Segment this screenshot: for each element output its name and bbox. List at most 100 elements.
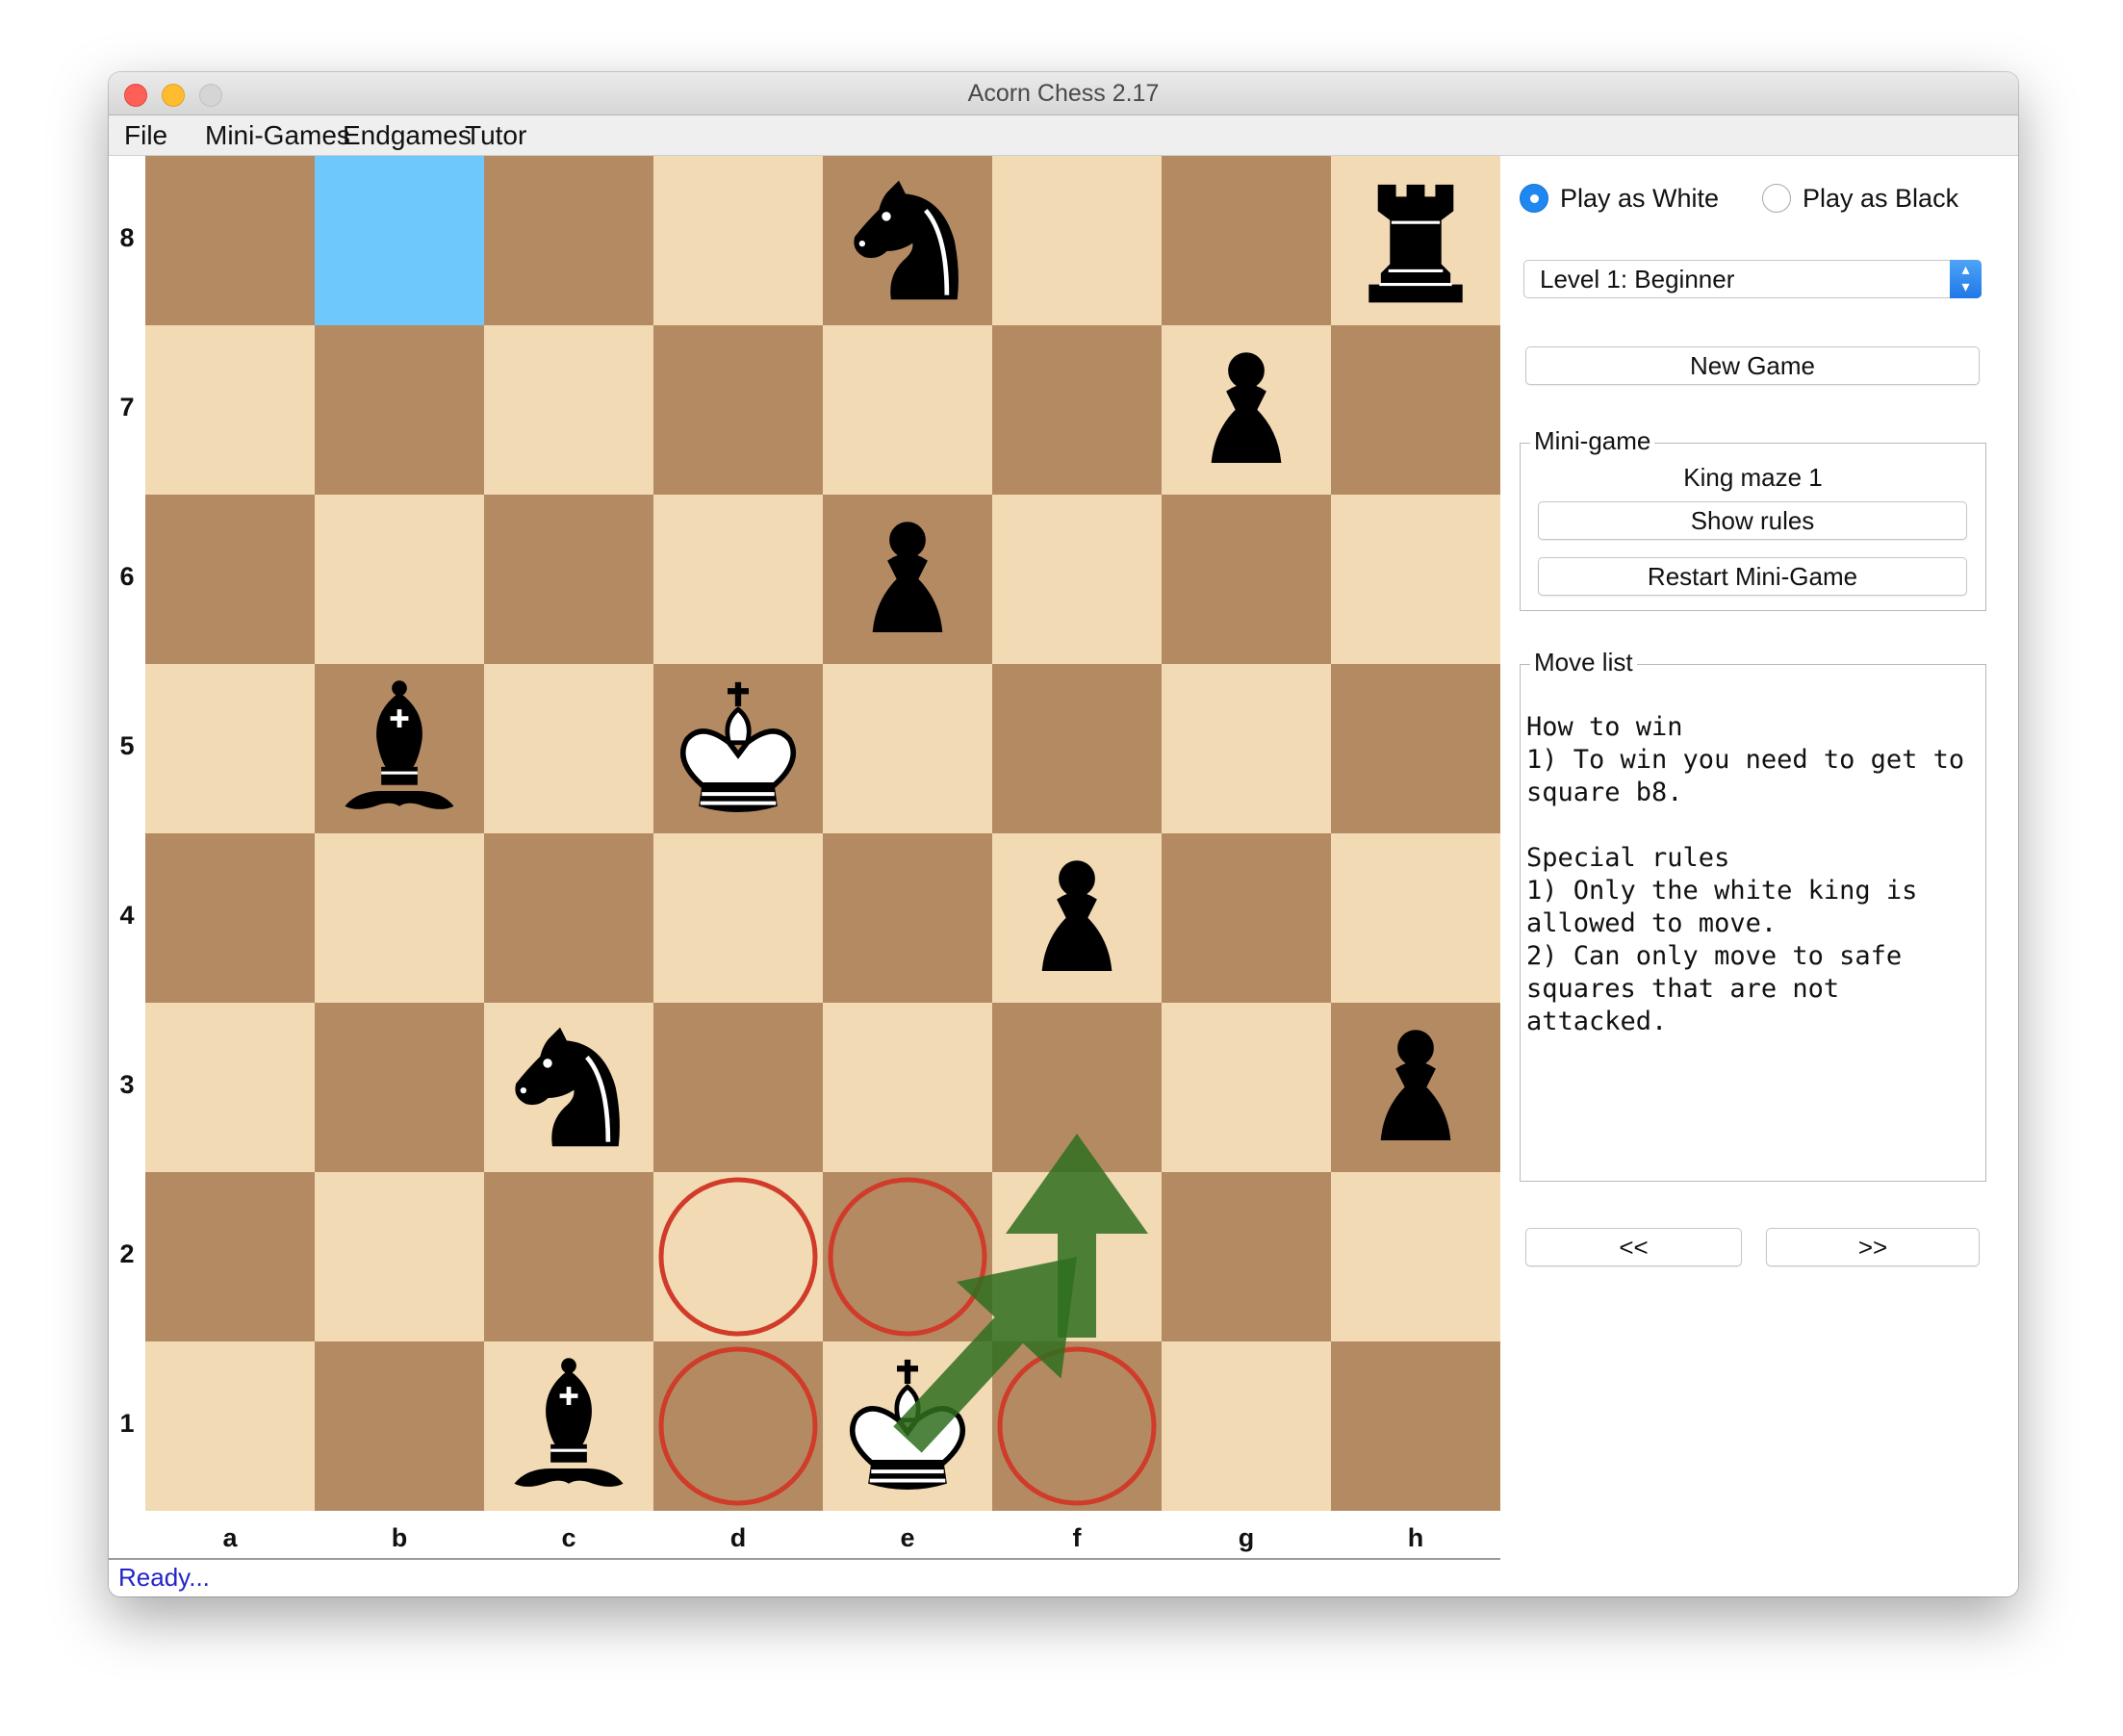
- select-arrows-icon: ▴ ▾: [1950, 260, 1982, 298]
- square-f2[interactable]: [992, 1172, 1162, 1341]
- file-label: e: [900, 1523, 915, 1552]
- square-g4[interactable]: [1162, 833, 1331, 1003]
- square-c2[interactable]: [484, 1172, 653, 1341]
- menu-tutor[interactable]: Tutor: [465, 115, 526, 155]
- square-g6[interactable]: [1162, 495, 1331, 664]
- menu-endgames[interactable]: Endgames: [343, 115, 472, 155]
- square-h8[interactable]: [1331, 156, 1500, 325]
- restart-mini-game-button[interactable]: Restart Mini-Game: [1538, 557, 1967, 596]
- mini-game-name: King maze 1: [1683, 463, 1823, 492]
- menu-mini-games[interactable]: Mini-Games: [205, 115, 350, 155]
- square-e6[interactable]: [823, 495, 992, 664]
- status-divider: [109, 1558, 1500, 1560]
- square-a6[interactable]: [145, 495, 315, 664]
- square-f6[interactable]: [992, 495, 1162, 664]
- square-h7[interactable]: [1331, 325, 1500, 495]
- file-label: d: [729, 1523, 747, 1552]
- rank-label: 3: [119, 1070, 135, 1099]
- previous-move-button[interactable]: <<: [1525, 1228, 1742, 1266]
- square-b5[interactable]: [315, 664, 484, 833]
- square-c7[interactable]: [484, 325, 653, 495]
- square-h2[interactable]: [1331, 1172, 1500, 1341]
- square-f7[interactable]: [992, 325, 1162, 495]
- main-content: 8 7 6 5 4 3 2 1 a b c d e f g h Ready...…: [109, 156, 2018, 1596]
- menu-file[interactable]: File: [124, 115, 167, 155]
- menu-bar: File Mini-Games Endgames Tutor: [109, 115, 2018, 156]
- square-e1[interactable]: [823, 1341, 992, 1511]
- square-a2[interactable]: [145, 1172, 315, 1341]
- square-h5[interactable]: [1331, 664, 1500, 833]
- square-a5[interactable]: [145, 664, 315, 833]
- mini-game-group: Mini-game King maze 1 Show rules Restart…: [1520, 426, 1986, 611]
- square-g1[interactable]: [1162, 1341, 1331, 1511]
- square-e2[interactable]: [823, 1172, 992, 1341]
- square-b6[interactable]: [315, 495, 484, 664]
- file-label: h: [1407, 1523, 1424, 1552]
- square-d4[interactable]: [653, 833, 823, 1003]
- move-list-text[interactable]: How to win 1) To win you need to get to …: [1526, 711, 1988, 1038]
- square-a4[interactable]: [145, 833, 315, 1003]
- level-select[interactable]: Level 1: Beginner ▴ ▾: [1523, 260, 1982, 298]
- square-e4[interactable]: [823, 833, 992, 1003]
- square-h3[interactable]: [1331, 1003, 1500, 1172]
- square-c4[interactable]: [484, 833, 653, 1003]
- move-list-group-title: Move list: [1530, 648, 1637, 677]
- square-f4[interactable]: [992, 833, 1162, 1003]
- chess-board[interactable]: [145, 156, 1500, 1511]
- square-f8[interactable]: [992, 156, 1162, 325]
- square-d8[interactable]: [653, 156, 823, 325]
- square-g8[interactable]: [1162, 156, 1331, 325]
- square-a1[interactable]: [145, 1341, 315, 1511]
- square-b7[interactable]: [315, 325, 484, 495]
- square-c3[interactable]: [484, 1003, 653, 1172]
- rank-label: 6: [119, 562, 135, 591]
- square-c1[interactable]: [484, 1341, 653, 1511]
- square-g7[interactable]: [1162, 325, 1331, 495]
- square-e8[interactable]: [823, 156, 992, 325]
- app-window: Acorn Chess 2.17 File Mini-Games Endgame…: [109, 72, 2018, 1596]
- square-d5[interactable]: [653, 664, 823, 833]
- radio-selected-icon: [1520, 184, 1548, 213]
- square-b2[interactable]: [315, 1172, 484, 1341]
- square-d2[interactable]: [653, 1172, 823, 1341]
- square-d7[interactable]: [653, 325, 823, 495]
- play-as-white-radio[interactable]: Play as White: [1520, 181, 1719, 216]
- play-as-black-radio[interactable]: Play as Black: [1762, 181, 1958, 216]
- new-game-button[interactable]: New Game: [1525, 346, 1980, 385]
- square-a8[interactable]: [145, 156, 315, 325]
- level-select-value: Level 1: Beginner: [1540, 265, 1735, 294]
- square-d3[interactable]: [653, 1003, 823, 1172]
- square-e5[interactable]: [823, 664, 992, 833]
- square-b8[interactable]: [315, 156, 484, 325]
- square-a3[interactable]: [145, 1003, 315, 1172]
- square-e3[interactable]: [823, 1003, 992, 1172]
- square-h6[interactable]: [1331, 495, 1500, 664]
- rank-label: 7: [119, 393, 135, 421]
- show-rules-button[interactable]: Show rules: [1538, 501, 1967, 540]
- control-panel: Play as White Play as Black Level 1: Beg…: [1514, 156, 2009, 1542]
- file-label: g: [1238, 1523, 1255, 1552]
- square-b4[interactable]: [315, 833, 484, 1003]
- square-f1[interactable]: [992, 1341, 1162, 1511]
- square-h4[interactable]: [1331, 833, 1500, 1003]
- square-f3[interactable]: [992, 1003, 1162, 1172]
- square-a7[interactable]: [145, 325, 315, 495]
- next-move-button[interactable]: >>: [1766, 1228, 1980, 1266]
- square-b1[interactable]: [315, 1341, 484, 1511]
- square-f5[interactable]: [992, 664, 1162, 833]
- square-c5[interactable]: [484, 664, 653, 833]
- square-g2[interactable]: [1162, 1172, 1331, 1341]
- window-title: Acorn Chess 2.17: [967, 80, 1160, 107]
- square-g3[interactable]: [1162, 1003, 1331, 1172]
- square-d6[interactable]: [653, 495, 823, 664]
- square-c6[interactable]: [484, 495, 653, 664]
- square-b3[interactable]: [315, 1003, 484, 1172]
- square-e7[interactable]: [823, 325, 992, 495]
- square-h1[interactable]: [1331, 1341, 1500, 1511]
- file-label: b: [391, 1523, 408, 1552]
- square-d1[interactable]: [653, 1341, 823, 1511]
- rank-label: 4: [119, 901, 135, 930]
- square-c8[interactable]: [484, 156, 653, 325]
- play-as-black-label: Play as Black: [1803, 183, 1959, 213]
- square-g5[interactable]: [1162, 664, 1331, 833]
